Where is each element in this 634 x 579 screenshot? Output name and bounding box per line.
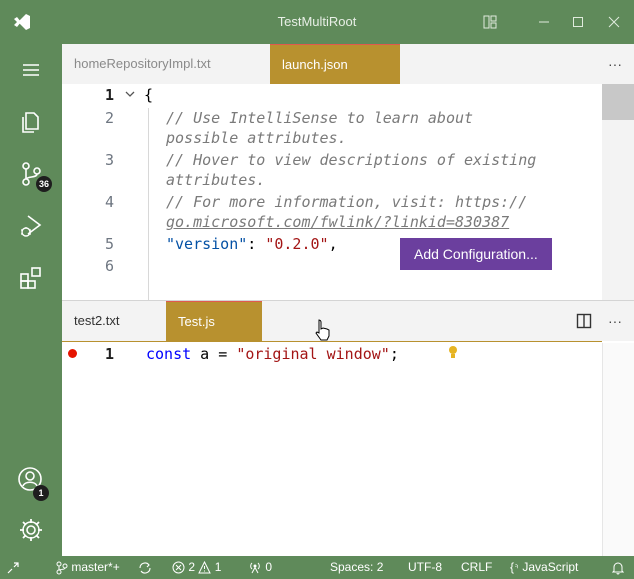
error-icon (172, 561, 185, 574)
menu-icon[interactable] (0, 44, 62, 96)
editor-group-top: homeRepositoryImpl.txt launch.json ··· 1… (62, 44, 634, 300)
explorer-icon[interactable] (0, 96, 62, 148)
scrollbar-thumb-top[interactable] (602, 84, 634, 120)
ports-count: 0 (265, 560, 273, 574)
fold-chevron-icon[interactable] (124, 86, 136, 104)
language-status[interactable]: {⸅ JavaScript (510, 556, 578, 579)
encoding-status[interactable]: UTF-8 (408, 556, 442, 579)
add-configuration-button[interactable]: Add Configuration... (400, 238, 552, 270)
more-actions-icon[interactable]: ··· (608, 44, 622, 84)
editor-group-bottom: test2.txt Test.js ··· 1 const a = "origi… (62, 300, 634, 557)
warning-count: 1 (214, 560, 222, 574)
language-label: JavaScript (522, 560, 579, 574)
braces-icon: {⸅ (510, 560, 520, 574)
tab-homerepositoryimpl[interactable]: homeRepositoryImpl.txt (62, 44, 270, 84)
code-comment: // Hover to view descriptions of existin… (166, 151, 537, 169)
code-identifier: a = (191, 345, 237, 363)
json-separator: : (247, 235, 266, 253)
json-value: "0.2.0" (265, 235, 329, 253)
scrollbar-bottom[interactable] (602, 343, 634, 557)
code-version-line: "version": "0.2.0", (166, 235, 338, 253)
problems-status[interactable]: 2 1 (172, 556, 221, 579)
warning-icon (198, 561, 212, 574)
code-comment: // Use IntelliSense to learn about (166, 109, 474, 127)
remote-icon[interactable] (6, 556, 20, 579)
error-count: 2 (188, 560, 196, 574)
source-control-icon[interactable]: 36 (0, 148, 62, 200)
code-link[interactable]: go.microsoft.com/fwlink/?linkid=830387 (166, 213, 509, 231)
mouse-cursor-icon (314, 319, 332, 346)
code-keyword: const (146, 345, 192, 363)
sync-icon[interactable] (138, 556, 152, 579)
layout-icon[interactable] (470, 0, 510, 44)
json-key: "version" (166, 235, 248, 253)
line-number: 6 (104, 257, 114, 275)
code-editor-bottom[interactable]: 1 const a = "original window"; (62, 343, 634, 557)
close-icon[interactable] (594, 0, 634, 44)
maximize-icon[interactable] (558, 0, 598, 44)
ports-status[interactable]: 0 (248, 556, 272, 579)
status-bar: master*+ 2 1 0 Spaces: 2 UTF-8 CRLF {⸅ J… (0, 556, 634, 579)
ports-icon (250, 562, 260, 574)
tab-launch-json[interactable]: launch.json (270, 44, 400, 84)
vscode-logo-icon[interactable] (0, 0, 44, 44)
tab-test-js[interactable]: Test.js (166, 301, 262, 341)
code-text: { (144, 86, 154, 104)
eol-status[interactable]: CRLF (461, 556, 492, 579)
code-string: "original window" (236, 345, 390, 363)
line-number: 2 (104, 109, 114, 127)
settings-gear-icon[interactable] (0, 504, 62, 556)
accounts-badge: 1 (33, 485, 49, 501)
line-number: 1 (104, 86, 114, 104)
code-comment: possible attributes. (166, 129, 347, 147)
branch-icon (56, 561, 68, 575)
branch-label: master*+ (71, 560, 120, 574)
line-number: 5 (104, 235, 114, 253)
tab-underline (62, 341, 602, 342)
line-number: 4 (104, 193, 114, 211)
indentation-status[interactable]: Spaces: 2 (330, 556, 383, 579)
json-comma: , (328, 235, 338, 253)
line-number: 1 (104, 345, 114, 363)
source-control-badge: 36 (36, 176, 53, 192)
tab-test2-txt[interactable]: test2.txt (62, 301, 166, 341)
split-editor-icon[interactable] (576, 313, 592, 334)
lightbulb-icon[interactable] (448, 345, 458, 365)
more-actions-icon[interactable]: ··· (608, 301, 622, 341)
code-comment: attributes. (166, 171, 266, 189)
code-comment-link: // For more information, visit: https:// (166, 193, 528, 211)
activity-bar: 36 1 (0, 44, 62, 556)
accounts-icon[interactable]: 1 (0, 454, 62, 506)
run-debug-icon[interactable] (0, 200, 62, 252)
tab-bar-bottom: test2.txt Test.js ··· (62, 301, 634, 341)
line-number: 3 (104, 151, 114, 169)
indent-guide (148, 108, 149, 300)
extensions-icon[interactable] (0, 252, 62, 304)
tab-bar-top: homeRepositoryImpl.txt launch.json ··· (62, 44, 634, 84)
code-const-line: const a = "original window"; (146, 345, 399, 363)
notifications-bell-icon[interactable] (611, 556, 625, 579)
code-semicolon: ; (389, 345, 399, 363)
branch-status[interactable]: master*+ (56, 556, 120, 579)
title-bar: TestMultiRoot (0, 0, 634, 44)
